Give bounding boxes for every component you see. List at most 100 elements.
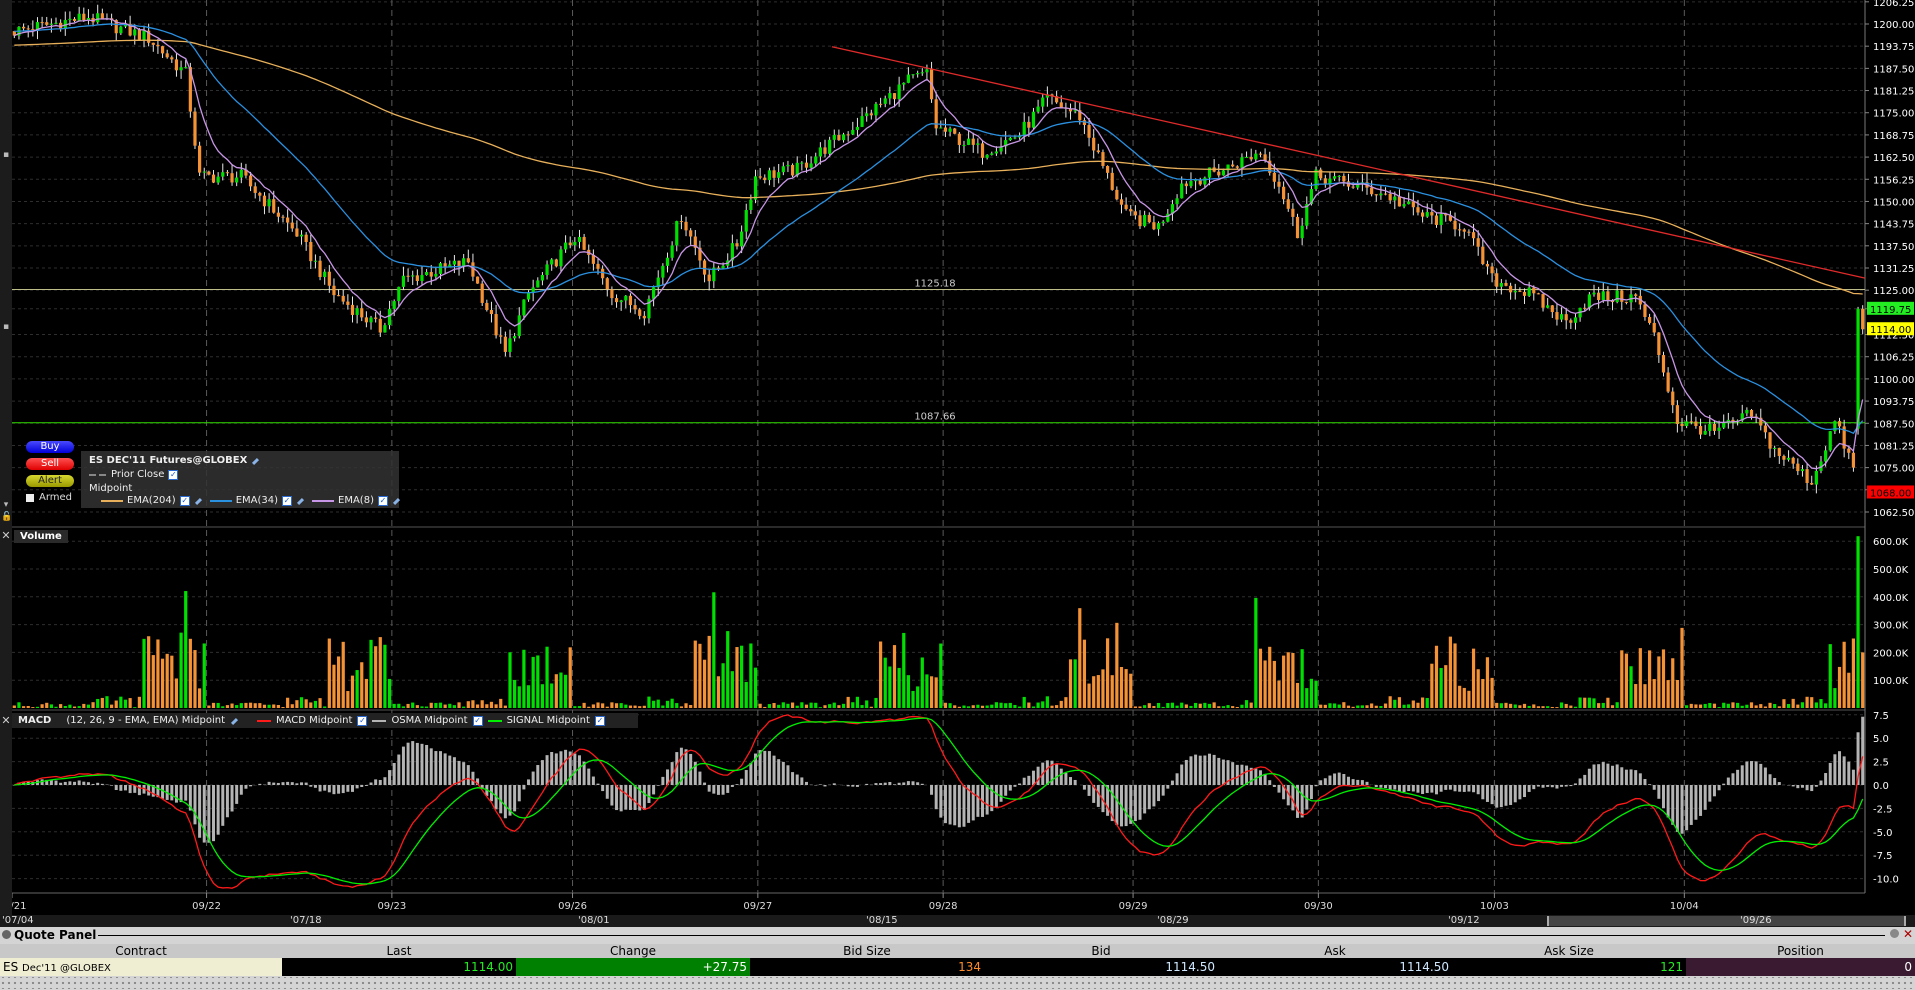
candle[interactable] xyxy=(1184,183,1188,187)
candle[interactable] xyxy=(545,264,549,275)
candle[interactable] xyxy=(536,280,540,288)
candle[interactable] xyxy=(341,295,345,302)
checkbox-icon[interactable] xyxy=(26,493,34,502)
candle[interactable] xyxy=(814,156,818,164)
candle[interactable] xyxy=(1282,186,1286,200)
candle[interactable] xyxy=(1383,193,1388,195)
candle[interactable] xyxy=(1249,156,1253,160)
candle[interactable] xyxy=(1319,169,1323,179)
candle[interactable] xyxy=(892,93,897,100)
candle[interactable] xyxy=(448,264,452,267)
candle[interactable] xyxy=(1119,199,1124,205)
candle[interactable] xyxy=(911,74,915,76)
candle[interactable] xyxy=(429,272,433,277)
candle[interactable] xyxy=(21,26,26,29)
candle[interactable] xyxy=(563,242,568,250)
candle[interactable] xyxy=(96,13,100,23)
candle[interactable] xyxy=(1666,372,1670,392)
candle[interactable] xyxy=(540,274,545,281)
cell-ask[interactable]: 1114.50 xyxy=(1218,958,1452,976)
candle[interactable] xyxy=(1745,409,1749,414)
candle[interactable] xyxy=(1221,170,1225,176)
wrench-icon[interactable] xyxy=(251,457,259,465)
candle[interactable] xyxy=(1717,427,1721,431)
candle[interactable] xyxy=(1129,209,1133,212)
collapse-down-icon[interactable]: ▾ xyxy=(1,500,11,510)
lock-icon[interactable]: 🔓 xyxy=(1,512,12,522)
candle[interactable] xyxy=(142,30,146,40)
candle[interactable] xyxy=(304,234,308,243)
candle[interactable] xyxy=(1180,183,1184,199)
candle[interactable] xyxy=(313,260,318,262)
candle[interactable] xyxy=(957,133,961,145)
candle[interactable] xyxy=(1856,308,1860,429)
candle[interactable] xyxy=(1559,314,1564,320)
candle[interactable] xyxy=(77,13,81,21)
candle[interactable] xyxy=(828,139,832,154)
candle[interactable] xyxy=(1342,175,1346,182)
candle[interactable] xyxy=(883,98,887,104)
col-ask[interactable]: Ask xyxy=(1218,944,1452,958)
candle[interactable] xyxy=(1453,220,1457,230)
candle[interactable] xyxy=(855,126,860,130)
scrollbar-thumb[interactable] xyxy=(1547,916,1906,926)
candle[interactable] xyxy=(346,301,350,305)
candle[interactable] xyxy=(772,170,776,178)
col-position[interactable]: Position xyxy=(1686,944,1915,958)
candle[interactable] xyxy=(994,151,999,154)
col-bid-size[interactable]: Bid Size xyxy=(750,944,984,958)
candle[interactable] xyxy=(392,301,396,309)
candle[interactable] xyxy=(1485,264,1490,267)
candle[interactable] xyxy=(160,46,165,54)
candle[interactable] xyxy=(262,195,267,207)
candle[interactable] xyxy=(1277,181,1281,187)
candle[interactable] xyxy=(1624,301,1629,303)
candle[interactable] xyxy=(286,217,290,223)
candle[interactable] xyxy=(1536,293,1541,295)
candle[interactable] xyxy=(462,258,466,267)
candle[interactable] xyxy=(1105,166,1110,173)
candle[interactable] xyxy=(1712,423,1717,431)
candle[interactable] xyxy=(1592,292,1596,295)
candle[interactable] xyxy=(689,230,693,237)
candle[interactable] xyxy=(350,304,355,315)
candle[interactable] xyxy=(1499,282,1503,287)
close-macd-icon[interactable]: ✕ xyxy=(0,714,12,727)
candle[interactable] xyxy=(1763,425,1768,433)
candle[interactable] xyxy=(577,236,582,242)
candle[interactable] xyxy=(1175,198,1179,205)
candle[interactable] xyxy=(1814,470,1818,485)
col-ask-size[interactable]: Ask Size xyxy=(1452,944,1686,958)
ema8-checkbox[interactable]: ✓ xyxy=(377,495,388,506)
candle[interactable] xyxy=(619,300,623,303)
candle[interactable] xyxy=(1703,430,1707,435)
col-contract[interactable]: Contract xyxy=(0,944,282,958)
buy-button[interactable]: Buy xyxy=(26,441,74,453)
candle[interactable] xyxy=(1597,292,1601,301)
candle[interactable] xyxy=(1495,273,1499,287)
candle[interactable] xyxy=(665,257,670,266)
candle[interactable] xyxy=(781,166,785,173)
candle[interactable] xyxy=(1402,204,1406,207)
candle[interactable] xyxy=(466,258,470,263)
candle[interactable] xyxy=(133,29,137,36)
candle[interactable] xyxy=(1490,266,1494,274)
chart-handle-icon[interactable]: ▪ xyxy=(1,150,11,160)
candle[interactable] xyxy=(1749,409,1754,417)
candle[interactable] xyxy=(489,309,494,315)
candle[interactable] xyxy=(1115,189,1119,200)
candle[interactable] xyxy=(383,325,387,333)
candle[interactable] xyxy=(1643,304,1647,318)
candle[interactable] xyxy=(943,127,948,132)
candle[interactable] xyxy=(1073,110,1077,112)
candle[interactable] xyxy=(1022,121,1026,136)
candle[interactable] xyxy=(1634,294,1638,296)
candle[interactable] xyxy=(1698,426,1703,435)
candle[interactable] xyxy=(503,336,507,352)
candle[interactable] xyxy=(1031,111,1036,128)
candle[interactable] xyxy=(971,138,975,145)
candle[interactable] xyxy=(1837,421,1842,427)
candle[interactable] xyxy=(1087,125,1091,138)
candle[interactable] xyxy=(425,272,429,276)
candle[interactable] xyxy=(1407,201,1411,205)
